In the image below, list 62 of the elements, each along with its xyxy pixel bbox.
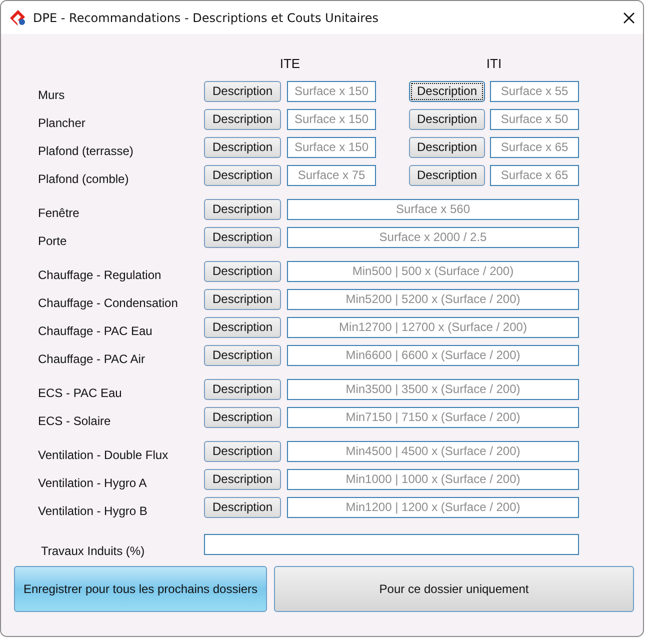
description-button[interactable]: Description: [204, 406, 281, 428]
row-label: Chauffage - PAC Air: [37, 351, 146, 366]
row-label: Plafond (terrasse): [37, 143, 134, 158]
save-button[interactable]: Enregistrer pour tous les prochains dossiers: [14, 566, 267, 612]
description-button[interactable]: Description: [204, 164, 281, 186]
description-button[interactable]: Description: [204, 344, 281, 366]
cost-field[interactable]: Min5200 | 5200 x (Surface / 200): [287, 288, 579, 310]
cost-field[interactable]: Surface x 150: [287, 80, 376, 102]
cost-field[interactable]: Min7150 | 7150 x (Surface / 200): [287, 406, 579, 428]
row-label: Chauffage - PAC Eau: [37, 323, 154, 338]
cost-field[interactable]: Surface x 65: [490, 136, 579, 158]
row-label: Ventilation - Double Flux: [37, 447, 170, 462]
description-button[interactable]: Description: [204, 80, 281, 102]
row-label: Plancher: [37, 115, 86, 130]
cost-field[interactable]: Min1000 | 1000 x (Surface / 200): [287, 468, 579, 490]
save-button[interactable]: Pour ce dossier uniquement: [274, 566, 634, 612]
row-label: Porte: [37, 233, 68, 248]
window-title: DPE - Recommandations - Descriptions et Couts Unitaires: [33, 10, 380, 24]
row-label: Ventilation - Hygro A: [37, 475, 148, 490]
description-button[interactable]: Description: [409, 136, 485, 158]
description-button[interactable]: Description: [204, 440, 281, 462]
description-button[interactable]: Description: [204, 468, 281, 490]
column-header: ITE: [278, 56, 302, 70]
description-button[interactable]: Description: [204, 496, 281, 518]
description-button[interactable]: Description: [204, 108, 281, 130]
row-label: Ventilation - Hygro B: [37, 503, 148, 518]
row-label: Fenêtre: [37, 205, 80, 220]
cost-field[interactable]: Surface x 75: [287, 164, 376, 186]
cost-field[interactable]: Min4500 | 4500 x (Surface / 200): [287, 440, 579, 462]
cost-field[interactable]: Surface x 50: [490, 108, 579, 130]
description-button[interactable]: Description: [204, 260, 281, 282]
description-button[interactable]: Description: [409, 164, 485, 186]
row-label: ECS - Solaire: [37, 413, 112, 428]
row-label: Murs: [37, 87, 66, 102]
cost-field[interactable]: Surface x 150: [287, 108, 376, 130]
cost-field[interactable]: Min1200 | 1200 x (Surface / 200): [287, 496, 579, 518]
description-button[interactable]: Description: [409, 80, 485, 102]
cost-field[interactable]: Surface x 150: [287, 136, 376, 158]
column-header: ITI: [485, 56, 503, 70]
row-label: ECS - PAC Eau: [37, 385, 123, 400]
row-label: Travaux Induits (%): [40, 543, 146, 558]
cost-field[interactable]: Surface x 55: [490, 80, 579, 102]
cost-field[interactable]: Min12700 | 12700 x (Surface / 200): [287, 316, 579, 338]
cost-field[interactable]: Min6600 | 6600 x (Surface / 200): [287, 344, 579, 366]
description-button[interactable]: Description: [204, 316, 281, 338]
cost-field[interactable]: Min3500 | 3500 x (Surface / 200): [287, 378, 579, 400]
description-button[interactable]: Description: [204, 198, 281, 220]
close-icon[interactable]: [623, 12, 635, 24]
app-logo-icon: [9, 8, 27, 26]
description-button[interactable]: Description: [204, 288, 281, 310]
row-label: Plafond (comble): [37, 171, 130, 186]
cost-field[interactable]: Surface x 65: [490, 164, 579, 186]
description-button[interactable]: Description: [204, 136, 281, 158]
description-button[interactable]: Description: [204, 226, 281, 248]
row-label: Chauffage - Condensation: [37, 295, 179, 310]
row-label: Chauffage - Regulation: [37, 267, 162, 282]
description-button[interactable]: Description: [409, 108, 485, 130]
cost-field[interactable]: Min500 | 500 x (Surface / 200): [287, 260, 579, 282]
cost-field[interactable]: Surface x 560: [287, 198, 579, 220]
travaux-field[interactable]: [204, 534, 579, 554]
description-button[interactable]: Description: [204, 378, 281, 400]
cost-field[interactable]: Surface x 2000 / 2.5: [287, 226, 579, 248]
